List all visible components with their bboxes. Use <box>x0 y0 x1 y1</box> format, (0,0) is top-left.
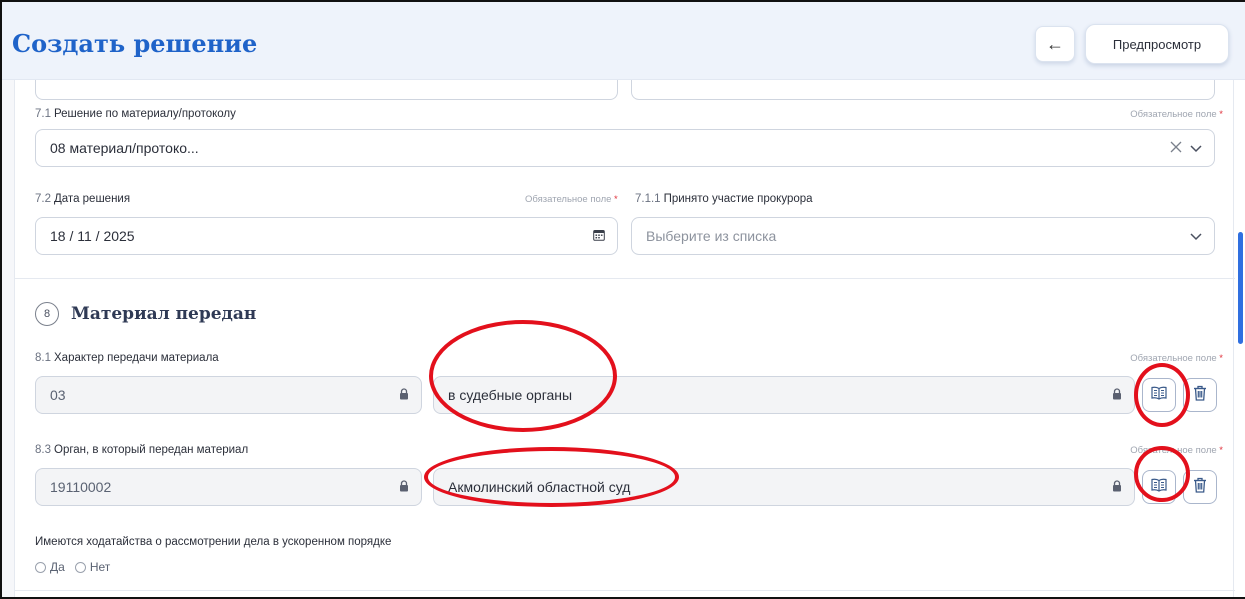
required-text: Обязательное поле <box>1130 109 1217 120</box>
app-frame: Создать решение ← Предпросмотр 7.1 Решени… <box>0 0 1245 599</box>
page-title: Создать решение <box>12 29 258 58</box>
previous-field-left[interactable] <box>35 80 618 100</box>
field-7-1-label: 7.1 Решение по материалу/протоколу <box>35 108 236 120</box>
field-8-1-number: 8.1 <box>35 352 51 364</box>
book-icon <box>1151 386 1167 405</box>
field-7-1-number: 7.1 <box>35 108 51 120</box>
back-button[interactable]: ← <box>1035 26 1075 62</box>
lock-icon <box>1112 387 1122 403</box>
required-text: Обязательное поле <box>525 194 612 205</box>
field-8-3-number: 8.3 <box>35 444 51 456</box>
trash-icon <box>1193 385 1207 406</box>
field-8-1-label-text: Характер передачи материала <box>54 352 219 364</box>
field-8-1-required: Обязательное поле * <box>1130 353 1223 364</box>
receiving-organ-dictionary-button[interactable] <box>1142 470 1176 504</box>
lock-icon <box>1112 479 1122 495</box>
previous-field-right[interactable] <box>631 80 1215 100</box>
chevron-down-icon[interactable] <box>1190 140 1202 156</box>
required-star: * <box>1219 353 1223 364</box>
preview-button[interactable]: Предпросмотр <box>1085 24 1229 64</box>
form-content: 7.1 Решение по материалу/протоколу Обязат… <box>14 80 1235 597</box>
field-7-1-1-label-text: Принято участие прокурора <box>663 193 813 205</box>
section-8-title: Материал передан <box>71 304 257 324</box>
transfer-type-dictionary-button[interactable] <box>1142 378 1176 412</box>
field-7-2-label-text: Дата решения <box>54 193 131 205</box>
field-8-1-label: 8.1 Характер передачи материала <box>35 352 219 364</box>
prosecutor-participation-placeholder: Выберите из списка <box>646 228 777 244</box>
receiving-organ-delete-button[interactable] <box>1183 470 1217 504</box>
section-8-number: 8 <box>35 302 59 326</box>
book-icon <box>1151 478 1167 497</box>
required-text: Обязательное поле <box>1130 445 1217 456</box>
petition-yes-radio[interactable]: Да <box>35 560 65 574</box>
field-7-1-label-text: Решение по материалу/протоколу <box>54 108 236 120</box>
decision-date-value: 18 / 11 / 2025 <box>50 228 135 244</box>
trash-icon <box>1193 477 1207 498</box>
required-star: * <box>1219 109 1223 120</box>
prosecutor-participation-select[interactable]: Выберите из списка <box>631 217 1215 255</box>
transfer-type-name-field: в судебные органы <box>433 376 1135 414</box>
decision-material-select[interactable]: 08 материал/протоко... <box>35 129 1215 167</box>
required-text: Обязательное поле <box>1130 353 1217 364</box>
section-divider <box>15 278 1235 279</box>
close-icon[interactable] <box>1170 140 1182 156</box>
field-7-1-1-label: 7.1.1 Принято участие прокурора <box>635 193 813 205</box>
petition-radio-group: Да Нет <box>35 560 110 574</box>
petition-label: Имеются ходатайства о рассмотрении дела … <box>35 536 392 548</box>
field-7-2-number: 7.2 <box>35 193 51 205</box>
field-8-3-required: Обязательное поле * <box>1130 445 1223 456</box>
required-star: * <box>1219 445 1223 456</box>
transfer-type-code-field: 03 <box>35 376 422 414</box>
calendar-icon[interactable] <box>593 228 605 244</box>
field-8-3-label-text: Орган, в который передан материал <box>54 444 249 456</box>
lock-icon <box>399 479 409 495</box>
required-star: * <box>614 194 618 205</box>
receiving-organ-code-field: 19110002 <box>35 468 422 506</box>
receiving-organ-name-value: Акмолинский областной суд <box>448 479 631 495</box>
radio-circle[interactable] <box>35 561 46 573</box>
field-7-2-required: Обязательное поле * <box>525 194 618 205</box>
bottom-divider <box>15 590 1235 591</box>
chevron-down-icon[interactable] <box>1190 228 1202 244</box>
field-8-3-label: 8.3 Орган, в который передан материал <box>35 444 248 456</box>
decision-date-input[interactable]: 18 / 11 / 2025 <box>35 217 618 255</box>
vertical-scrollbar[interactable] <box>1238 232 1243 344</box>
petition-no-radio[interactable]: Нет <box>74 560 111 574</box>
petition-yes-label: Да <box>50 560 65 574</box>
petition-no-label: Нет <box>89 560 111 574</box>
field-7-1-required: Обязательное поле * <box>1130 109 1223 120</box>
field-7-2-label: 7.2 Дата решения <box>35 193 130 205</box>
radio-circle[interactable] <box>74 561 86 573</box>
transfer-type-code-value: 03 <box>50 387 66 403</box>
page-header: Создать решение ← Предпросмотр <box>2 2 1245 80</box>
lock-icon <box>399 387 409 403</box>
receiving-organ-name-field: Акмолинский областной суд <box>433 468 1135 506</box>
field-7-1-1-number: 7.1.1 <box>635 193 661 205</box>
transfer-type-name-value: в судебные органы <box>448 387 573 403</box>
left-background <box>2 80 14 597</box>
transfer-type-delete-button[interactable] <box>1183 378 1217 412</box>
receiving-organ-code-value: 19110002 <box>50 479 112 495</box>
decision-material-value: 08 материал/протоко... <box>50 140 199 156</box>
